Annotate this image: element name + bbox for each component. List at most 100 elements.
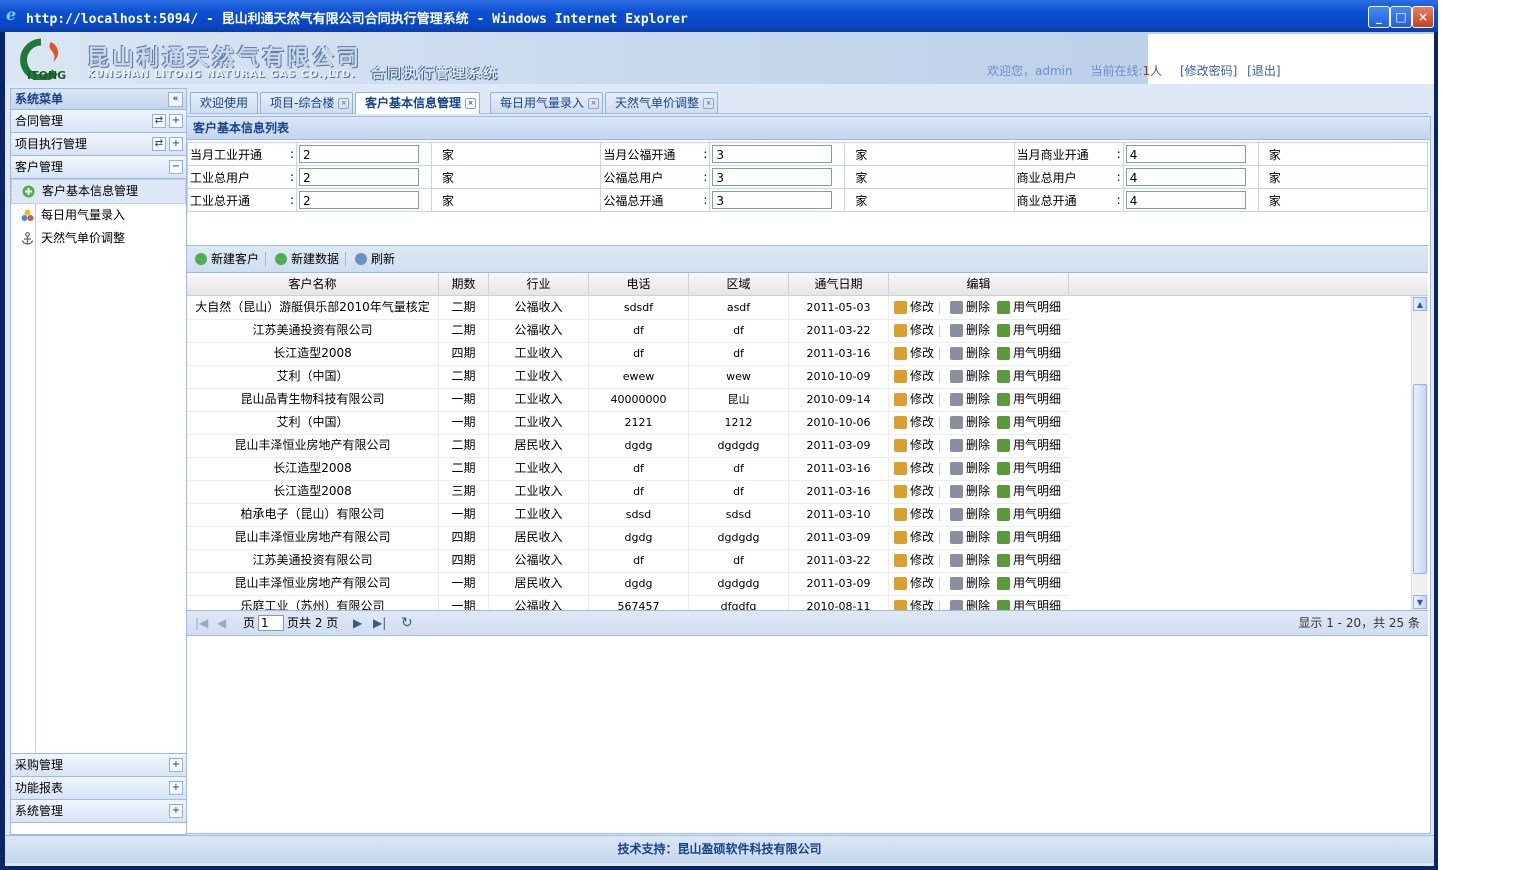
stat-value-input[interactable]: 4 (1125, 145, 1246, 163)
stat-value-input[interactable]: 3 (712, 168, 833, 186)
table-row[interactable]: 江苏美通投资有限公司 二期 公福收入 df df 2011-03-22 修改 删除 用气明细 (187, 319, 1069, 343)
sidebar-item-price-adjust[interactable]: 天然气单价调整 (11, 227, 186, 250)
scroll-up-icon[interactable]: ▲ (1413, 297, 1427, 311)
delete-button[interactable]: 删除 (949, 529, 990, 546)
edit-button[interactable]: 修改 (893, 529, 934, 546)
table-row[interactable]: 艾利（中国） 二期 工业收入 ewew wew 2010-10-09 修改 删除 用气明细 (187, 365, 1069, 389)
close-tab-icon[interactable]: × (703, 98, 715, 109)
stat-value-input[interactable]: 2 (299, 168, 420, 186)
gas-detail-button[interactable]: 用气明细 (996, 483, 1061, 500)
delete-button[interactable]: 删除 (949, 506, 990, 523)
new-customer-button[interactable]: 新建客户 (193, 250, 259, 268)
refresh-button[interactable]: 刷新 (353, 250, 395, 268)
sidebar-item-customer-info[interactable]: 客户基本信息管理 (11, 179, 186, 204)
column-header-phone[interactable]: 电话 (589, 273, 689, 295)
sidebar-group-reports[interactable]: 功能报表 + (11, 777, 186, 800)
logout-link[interactable]: [退出] (1247, 64, 1280, 78)
gas-detail-button[interactable]: 用气明细 (996, 345, 1061, 362)
stat-value-input[interactable]: 4 (1125, 191, 1246, 209)
delete-button[interactable]: 删除 (949, 299, 990, 316)
delete-button[interactable]: 删除 (949, 460, 990, 477)
gas-detail-button[interactable]: 用气明细 (996, 529, 1061, 546)
edit-button[interactable]: 修改 (893, 414, 934, 431)
maximize-button[interactable]: □ (1390, 6, 1412, 28)
gas-detail-button[interactable]: 用气明细 (996, 575, 1061, 592)
edit-button[interactable]: 修改 (893, 598, 934, 610)
table-row[interactable]: 大自然（昆山）游艇俱乐部2010年气量核定 二期 公福收入 sdsdf asdf 2011… (187, 296, 1069, 320)
delete-button[interactable]: 删除 (949, 391, 990, 408)
stat-value-input[interactable]: 3 (712, 191, 833, 209)
edit-button[interactable]: 修改 (893, 483, 934, 500)
edit-button[interactable]: 修改 (893, 437, 934, 454)
edit-button[interactable]: 修改 (893, 345, 934, 362)
gas-detail-button[interactable]: 用气明细 (996, 414, 1061, 431)
gas-detail-button[interactable]: 用气明细 (996, 460, 1061, 477)
expand-icon[interactable]: + (169, 804, 183, 818)
table-row[interactable]: 长江造型2008 二期 工业收入 df df 2011-03-16 修改 删除 用气明细 (187, 457, 1069, 481)
tab-daily-gas[interactable]: 每日用气量录入 × (490, 92, 604, 113)
close-tab-icon[interactable]: × (338, 98, 350, 109)
gas-detail-button[interactable]: 用气明细 (996, 552, 1061, 569)
table-row[interactable]: 昆山丰泽恒业房地产有限公司 二期 居民收入 dgdg dgdgdg 2011-03-09 修… (187, 434, 1069, 458)
table-row[interactable]: 长江造型2008 三期 工业收入 df df 2011-03-16 修改 删除 用气明细 (187, 480, 1069, 504)
expand-icon[interactable]: + (169, 114, 183, 128)
prev-page-icon[interactable]: ◀ (217, 615, 226, 631)
change-password-link[interactable]: [修改密码] (1180, 64, 1237, 78)
table-row[interactable]: 昆山丰泽恒业房地产有限公司 一期 居民收入 dgdg dgdgdg 2011-03-09 修… (187, 572, 1069, 596)
close-button[interactable]: × (1412, 6, 1434, 28)
column-header-phase[interactable]: 期数 (439, 273, 489, 295)
delete-button[interactable]: 删除 (949, 414, 990, 431)
edit-button[interactable]: 修改 (893, 552, 934, 569)
sidebar-group-project[interactable]: 项目执行管理 ⇄ + (11, 133, 186, 156)
delete-button[interactable]: 删除 (949, 575, 990, 592)
stat-value-input[interactable]: 2 (299, 191, 420, 209)
table-row[interactable]: 乐庭工业（苏州）有限公司 一期 公福收入 567457 dfgdfg 2010-08-11… (187, 595, 1069, 610)
column-header-region[interactable]: 区域 (689, 273, 789, 295)
sidebar-group-contract[interactable]: 合同管理 ⇄ + (11, 110, 186, 133)
delete-button[interactable]: 删除 (949, 345, 990, 362)
tab-project[interactable]: 项目-综合楼 × (260, 92, 354, 113)
collapse-sidebar-icon[interactable]: « (168, 92, 183, 107)
new-data-button[interactable]: 新建数据 (273, 250, 339, 268)
table-row[interactable]: 江苏美通投资有限公司 四期 公福收入 df df 2011-03-22 修改 删除 用气明细 (187, 549, 1069, 573)
next-page-icon[interactable]: ▶ (353, 615, 362, 631)
delete-button[interactable]: 删除 (949, 552, 990, 569)
table-row[interactable]: 艾利（中国） 一期 工业收入 2121 1212 2010-10-06 修改 删除 用气明细 (187, 411, 1069, 435)
tab-price-adjust[interactable]: 天然气单价调整 × (605, 92, 719, 113)
gas-detail-button[interactable]: 用气明细 (996, 506, 1061, 523)
expand-icon[interactable]: + (169, 137, 183, 151)
gas-detail-button[interactable]: 用气明细 (996, 322, 1061, 339)
gas-detail-button[interactable]: 用气明细 (996, 391, 1061, 408)
refresh-icon[interactable]: ⇄ (152, 114, 166, 128)
delete-button[interactable]: 删除 (949, 437, 990, 454)
edit-button[interactable]: 修改 (893, 322, 934, 339)
table-row[interactable]: 昆山丰泽恒业房地产有限公司 四期 居民收入 dgdg dgdgdg 2011-03-09 修… (187, 526, 1069, 550)
grid-scrollbar[interactable]: ▲ ▼ (1411, 296, 1428, 610)
sidebar-group-purchase[interactable]: 采购管理 + (11, 754, 186, 777)
column-header-edit[interactable]: 编辑 (889, 273, 1069, 295)
gas-detail-button[interactable]: 用气明细 (996, 598, 1061, 610)
delete-button[interactable]: 删除 (949, 322, 990, 339)
scroll-thumb[interactable] (1413, 384, 1427, 574)
sidebar-group-customer[interactable]: 客户管理 − (11, 156, 186, 179)
sidebar-group-system[interactable]: 系统管理 + (11, 800, 186, 823)
page-input[interactable]: 1 (258, 615, 284, 631)
column-header-name[interactable]: 客户名称 (187, 273, 439, 295)
stat-value-input[interactable]: 2 (299, 145, 420, 163)
expand-icon[interactable]: + (169, 781, 183, 795)
column-header-date[interactable]: 通气日期 (789, 273, 889, 295)
table-row[interactable]: 柏承电子（昆山）有限公司 一期 工业收入 sdsd sdsd 2011-03-10 修改 删除… (187, 503, 1069, 527)
collapse-icon[interactable]: − (169, 160, 183, 174)
table-row[interactable]: 长江造型2008 四期 工业收入 df df 2011-03-16 修改 删除 用气明细 (187, 342, 1069, 366)
edit-button[interactable]: 修改 (893, 575, 934, 592)
edit-button[interactable]: 修改 (893, 299, 934, 316)
sidebar-item-daily-gas[interactable]: 每日用气量录入 (11, 204, 186, 227)
delete-button[interactable]: 删除 (949, 598, 990, 610)
gas-detail-button[interactable]: 用气明细 (996, 437, 1061, 454)
stat-value-input[interactable]: 4 (1125, 168, 1246, 186)
first-page-icon[interactable]: |◀ (195, 615, 208, 631)
refresh-icon[interactable]: ↻ (401, 615, 413, 631)
refresh-icon[interactable]: ⇄ (152, 137, 166, 151)
expand-icon[interactable]: + (169, 758, 183, 772)
edit-button[interactable]: 修改 (893, 460, 934, 477)
